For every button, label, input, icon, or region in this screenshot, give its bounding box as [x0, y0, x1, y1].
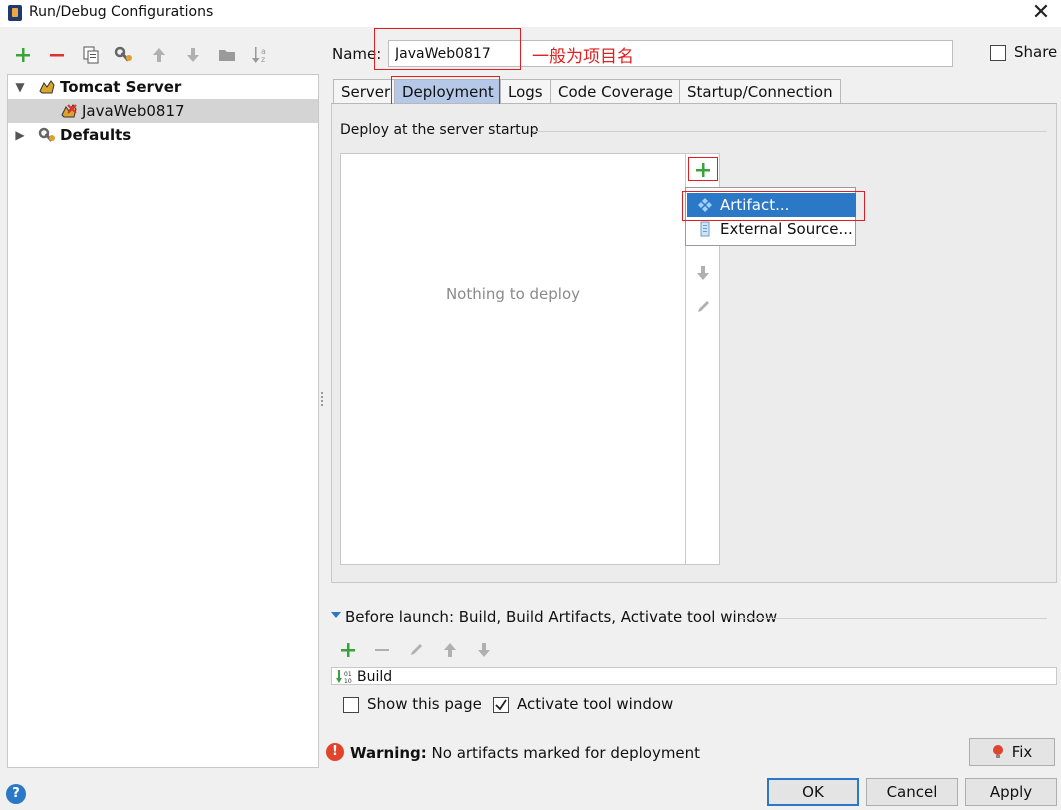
tree-item-label: JavaWeb0817: [82, 102, 185, 120]
name-highlight-box: [374, 28, 521, 70]
add-button-highlight-box: [688, 157, 718, 181]
group-separator: [533, 131, 1047, 132]
list-item-label: Build: [357, 669, 393, 685]
deploy-list[interactable]: [340, 153, 686, 565]
deploy-group-label: Deploy at the server startup: [340, 122, 539, 138]
fix-button[interactable]: Fix: [969, 738, 1055, 766]
show-this-page-label: Show this page: [367, 695, 482, 713]
move-down-icon: [692, 262, 714, 284]
tree-item-label: Tomcat Server: [60, 78, 182, 96]
splitter-handle[interactable]: [320, 390, 324, 414]
tree-item-tomcat-server[interactable]: ▼ Tomcat Server: [8, 75, 318, 99]
share-checkbox[interactable]: [990, 45, 1006, 61]
before-launch-separator: [740, 618, 1047, 619]
move-task-down-icon: [473, 639, 495, 661]
fix-label: Fix: [1011, 743, 1033, 761]
chevron-down-icon[interactable]: ▼: [12, 80, 28, 94]
move-task-up-icon: [439, 639, 461, 661]
tomcat-config-icon: [60, 103, 82, 119]
sort-icon[interactable]: az: [250, 44, 272, 66]
artifact-highlight-box: [682, 191, 865, 221]
warning-message: No artifacts marked for deployment: [426, 744, 701, 762]
tree-item-javaweb0817[interactable]: JavaWeb0817: [8, 99, 318, 123]
add-icon[interactable]: [12, 44, 34, 66]
ok-button[interactable]: OK: [767, 778, 859, 806]
external-source-icon: [697, 221, 713, 237]
add-task-icon[interactable]: [337, 639, 359, 661]
svg-text:z: z: [261, 55, 265, 64]
remove-task-icon: [371, 639, 393, 661]
close-button[interactable]: ✕: [1026, 1, 1056, 25]
checkmark-icon: [495, 699, 507, 711]
tree-item-defaults[interactable]: ▶ Defaults: [8, 123, 318, 147]
folder-icon[interactable]: [216, 44, 238, 66]
annotation-text: 一般为项目名: [532, 47, 634, 67]
show-this-page-checkbox[interactable]: [343, 697, 359, 713]
tomcat-icon: [38, 79, 60, 95]
tab-startup-connection[interactable]: Startup/Connection: [679, 79, 841, 104]
before-launch-label: Before launch: Build, Build Artifacts, A…: [345, 608, 778, 626]
collapse-arrow-icon[interactable]: [331, 612, 341, 618]
build-icon: 01 10: [336, 669, 354, 685]
move-up-icon: [148, 44, 170, 66]
activate-tool-window-checkbox[interactable]: [493, 697, 509, 713]
warning-text: Warning: No artifacts marked for deploym…: [350, 744, 700, 762]
configuration-tree[interactable]: ▼ Tomcat Server JavaWeb0817 ▶ Defaults: [7, 74, 319, 768]
edit-pencil-icon: [692, 296, 714, 318]
chevron-right-icon[interactable]: ▶: [12, 128, 28, 142]
copy-icon[interactable]: [80, 44, 102, 66]
warning-title: Warning:: [350, 744, 427, 762]
move-down-icon: [182, 44, 204, 66]
cancel-button[interactable]: Cancel: [866, 778, 958, 806]
before-launch-list[interactable]: [331, 667, 1057, 685]
menu-item-label: External Source...: [720, 220, 853, 238]
apply-button[interactable]: Apply: [965, 778, 1057, 806]
tab-logs[interactable]: Logs: [500, 79, 551, 104]
window-title: Run/Debug Configurations: [29, 4, 214, 20]
list-item[interactable]: 01 10 Build: [336, 669, 392, 685]
wrench-icon: [38, 127, 60, 143]
share-label: Share: [1014, 43, 1058, 61]
remove-icon[interactable]: [46, 44, 68, 66]
edit-defaults-icon[interactable]: [113, 44, 135, 66]
svg-text:10: 10: [344, 678, 352, 685]
warning-icon: !: [326, 743, 344, 761]
empty-list-text: Nothing to deploy: [445, 285, 581, 303]
intellij-app-icon: [8, 5, 22, 21]
tab-code-coverage[interactable]: Code Coverage: [550, 79, 682, 104]
activate-tool-window-label: Activate tool window: [517, 695, 674, 713]
tab-server[interactable]: Server: [333, 79, 399, 104]
help-icon[interactable]: ?: [6, 784, 26, 804]
tree-item-label: Defaults: [60, 126, 132, 144]
bulb-icon: [992, 744, 1004, 760]
edit-task-icon: [405, 639, 427, 661]
svg-text:01: 01: [344, 671, 352, 678]
